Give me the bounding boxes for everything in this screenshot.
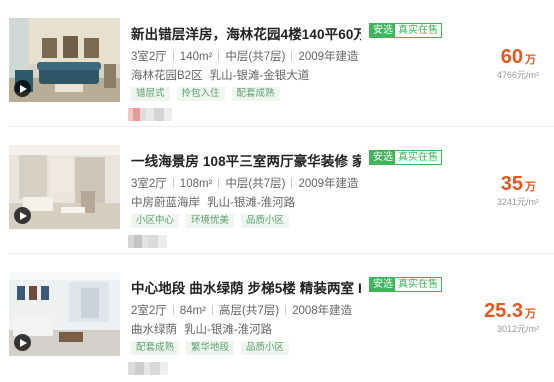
- listing-specs: 3室2厅 140m² 中层(共7层) 2009年建造: [131, 48, 359, 64]
- separator: [291, 178, 293, 188]
- listing-specs: 2室2厅 84m² 高层(共7层) 2008年建造: [131, 302, 352, 318]
- agent-avatar-blurred: [128, 235, 188, 248]
- play-icon[interactable]: [14, 80, 31, 97]
- price-unit: 万: [525, 54, 536, 66]
- listing-title[interactable]: 新出错层洋房，海林花园4楼140平60万三室两厅…: [131, 23, 361, 43]
- price-value: 60: [500, 46, 523, 68]
- floor: 中层(共7层): [225, 51, 286, 63]
- badge-anxuan: 安选: [369, 23, 397, 38]
- badge-real-listing: 真实在售: [394, 23, 442, 38]
- price-unit: 万: [525, 308, 536, 320]
- separator: [291, 51, 293, 61]
- tag: 配套成熟: [131, 341, 180, 355]
- area: 108m²: [179, 178, 213, 190]
- floor: 中层(共7层): [225, 178, 286, 190]
- tag: 繁华地段: [186, 341, 235, 355]
- badge-real-listing: 真实在售: [394, 150, 442, 165]
- build-year: 2009年建造: [298, 51, 359, 63]
- badge-real-listing: 真实在售: [394, 277, 442, 292]
- separator: [285, 305, 287, 315]
- tag: 品质小区: [241, 214, 290, 228]
- listing-photo[interactable]: [9, 18, 120, 102]
- listing-title[interactable]: 一线海景房 108平三室两厅豪华装修 家具家电齐全…: [131, 150, 361, 170]
- unit-price: 4766元/m²: [496, 70, 539, 80]
- community-name[interactable]: 曲水绿荫: [131, 324, 177, 336]
- separator: [172, 51, 174, 61]
- play-icon[interactable]: [14, 334, 31, 351]
- district: 乳山-银滩-金银大道: [209, 70, 310, 82]
- badge-anxuan: 安选: [369, 150, 397, 165]
- agent-avatar-blurred: [128, 362, 188, 375]
- listing-card[interactable]: 新出错层洋房，海林花园4楼140平60万三室两厅… 安选 真实在售 3室2厅 14…: [0, 0, 554, 127]
- area: 140m²: [179, 51, 213, 63]
- listing-title[interactable]: 中心地段 曲水绿荫 步梯5楼 精装两室 H型户型拎…: [131, 277, 361, 297]
- listing-location: 海林花园B2区 乳山-银滩-金银大道: [131, 67, 309, 83]
- tag: 环境优美: [186, 214, 235, 228]
- tag-list: 错层式 拎包入住 配套成熟: [131, 87, 287, 101]
- listing-card[interactable]: 一线海景房 108平三室两厅豪华装修 家具家电齐全… 安选 真实在售 3室2厅 1…: [0, 127, 554, 254]
- total-price: 25.3 万: [484, 300, 536, 323]
- tag: 小区中心: [131, 214, 180, 228]
- tag: 拎包入住: [176, 87, 225, 101]
- district: 乳山-银滩-淮河路: [207, 197, 296, 209]
- tag-list: 小区中心 环境优美 品质小区: [131, 214, 296, 228]
- total-price: 35 万: [501, 173, 536, 196]
- total-price: 60 万: [501, 46, 536, 69]
- community-name[interactable]: 海林花园B2区: [131, 70, 203, 82]
- price-value: 25.3: [484, 300, 523, 322]
- community-name[interactable]: 中房蔚蓝海岸: [131, 197, 200, 209]
- floor: 高层(共7层): [219, 305, 280, 317]
- agent-avatar-blurred: [128, 108, 188, 121]
- separator: [218, 51, 220, 61]
- listing-photo[interactable]: [9, 145, 120, 229]
- listing-location: 曲水绿荫 乳山-银滩-淮河路: [131, 321, 272, 337]
- listing-photo[interactable]: [9, 272, 120, 356]
- district: 乳山-银滩-淮河路: [184, 324, 273, 336]
- layout: 2室2厅: [131, 305, 167, 317]
- listing-location: 中房蔚蓝海岸 乳山-银滩-淮河路: [131, 194, 295, 210]
- build-year: 2008年建造: [292, 305, 353, 317]
- price-value: 35: [500, 173, 523, 195]
- unit-price: 3012元/m²: [496, 324, 539, 334]
- listing-card[interactable]: 中心地段 曲水绿荫 步梯5楼 精装两室 H型户型拎… 安选 真实在售 2室2厅 8…: [0, 254, 554, 381]
- listing-specs: 3室2厅 108m² 中层(共7层) 2009年建造: [131, 175, 359, 191]
- separator: [212, 305, 213, 315]
- tag: 配套成熟: [231, 87, 280, 101]
- area: 84m²: [179, 305, 206, 317]
- tag-list: 配套成熟 繁华地段 品质小区: [131, 341, 296, 355]
- play-icon[interactable]: [14, 207, 31, 224]
- build-year: 2009年建造: [298, 178, 359, 190]
- unit-price: 3241元/m²: [496, 197, 539, 207]
- layout: 3室2厅: [131, 51, 167, 63]
- separator: [218, 178, 220, 188]
- badge-anxuan: 安选: [369, 277, 397, 292]
- tag: 品质小区: [241, 341, 290, 355]
- separator: [172, 178, 174, 188]
- price-unit: 万: [525, 181, 536, 193]
- separator: [172, 305, 174, 315]
- layout: 3室2厅: [131, 178, 167, 190]
- tag: 错层式: [131, 87, 170, 101]
